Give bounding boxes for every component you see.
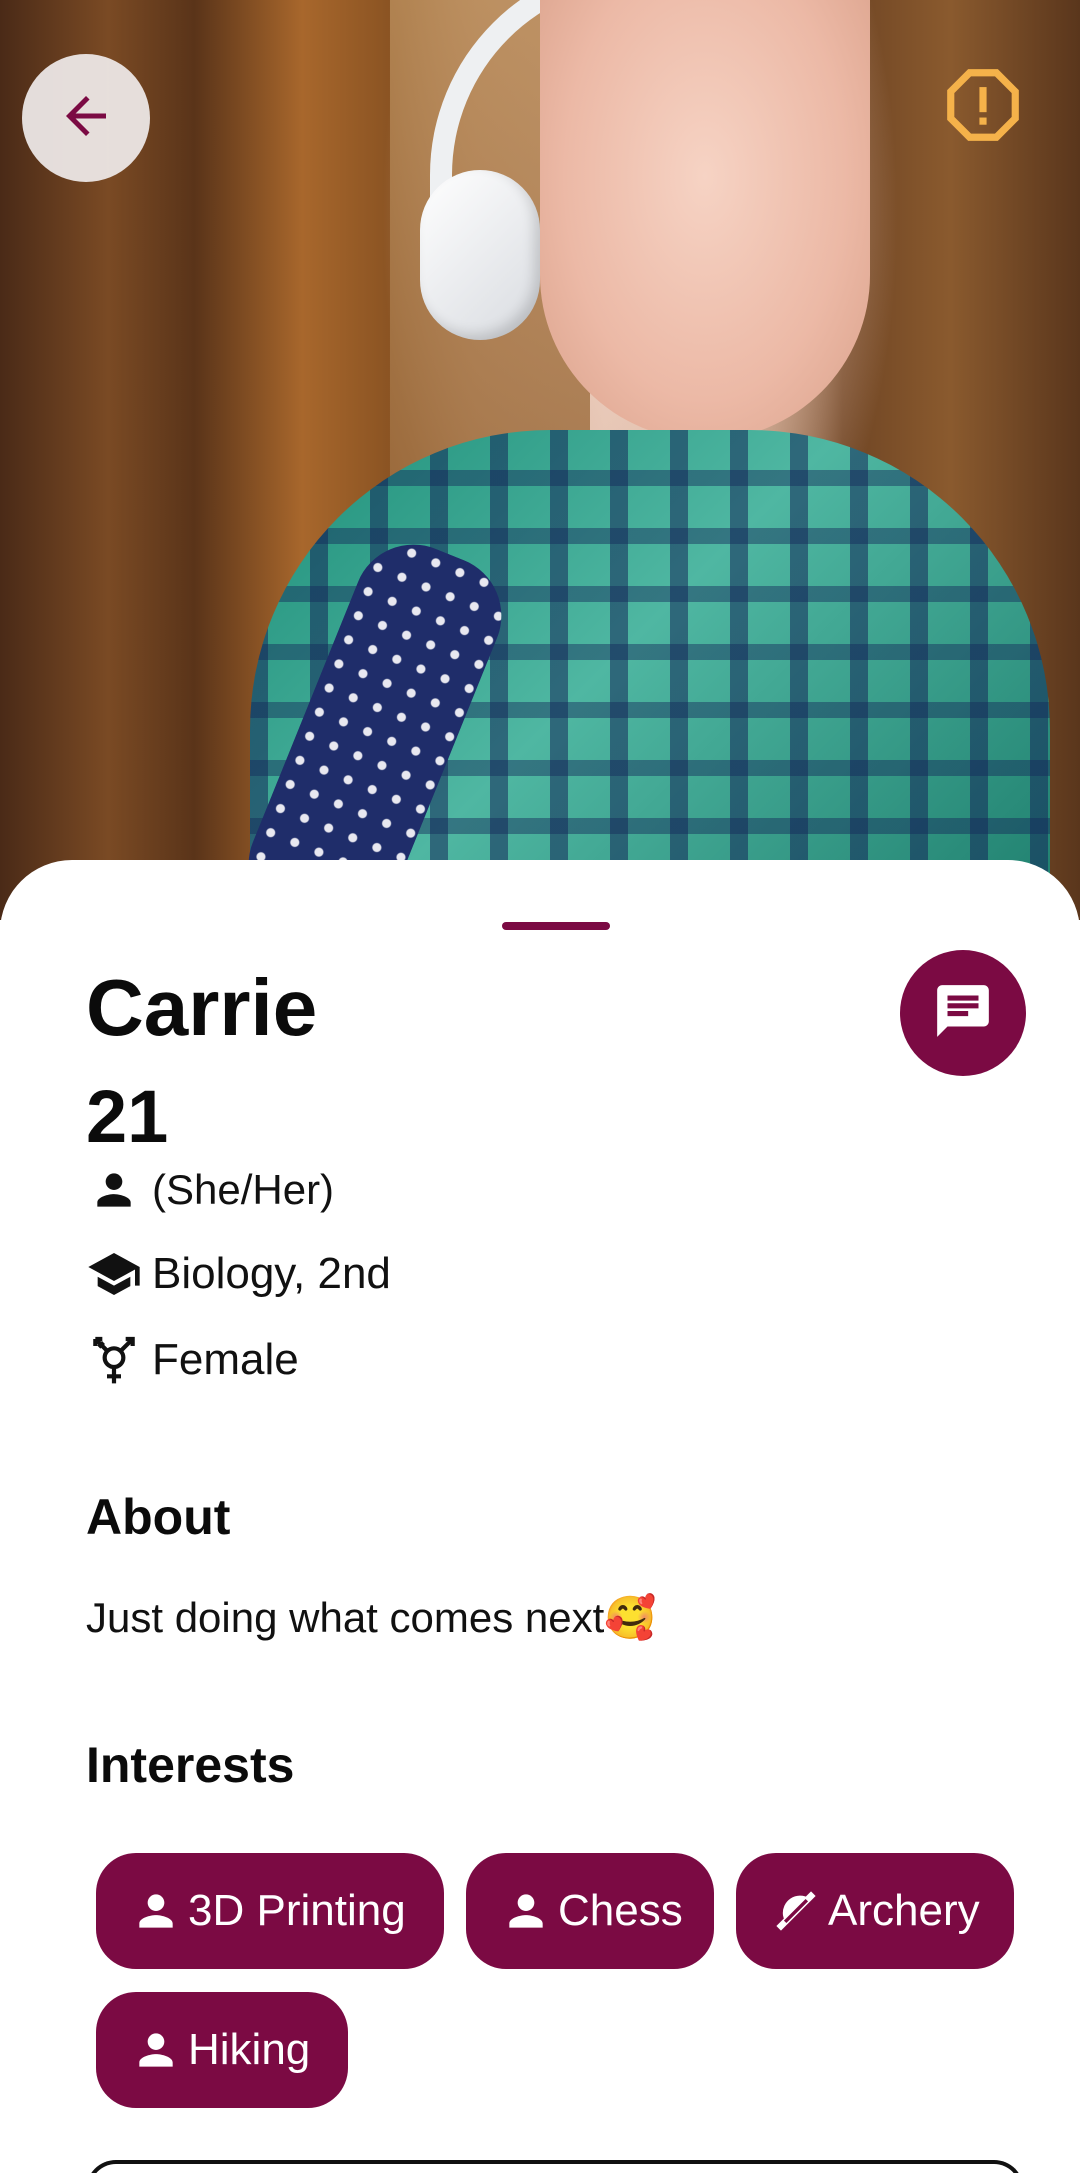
person-icon — [130, 2024, 182, 2076]
person-icon — [130, 1885, 182, 1937]
interest-label: 3D Printing — [188, 1886, 406, 1935]
pronouns-row: (She/Her) — [86, 1162, 334, 1218]
drag-handle[interactable] — [502, 922, 610, 930]
interests-heading: Interests — [86, 1737, 295, 1793]
report-button[interactable] — [938, 62, 1028, 152]
profile-name: Carrie — [86, 963, 318, 1052]
pronouns-label: (She/Her) — [152, 1166, 335, 1213]
graduation-cap-icon — [86, 1246, 142, 1302]
gender-row: Female — [86, 1332, 299, 1388]
interest-label: Archery — [828, 1886, 980, 1935]
gender-icon — [86, 1332, 142, 1388]
study-row: Biology, 2nd — [86, 1246, 391, 1302]
warning-octagon-icon — [940, 62, 1026, 153]
interest-label: Hiking — [188, 2025, 311, 2074]
interest-chip-archery[interactable]: Archery — [736, 1853, 1014, 1969]
chat-button[interactable] — [900, 950, 1026, 1076]
photo-headphone — [420, 170, 540, 340]
photo-face — [540, 0, 870, 440]
interest-chip-3d-printing[interactable]: 3D Printing — [96, 1853, 444, 1969]
sports-icon — [770, 1885, 822, 1937]
gender-label: Female — [152, 1335, 299, 1384]
person-icon — [500, 1885, 552, 1937]
profile-card[interactable]: Carrie 21 (She/Her) Biology, 2nd Female … — [0, 860, 1080, 2173]
about-text: Just doing what comes next🥰 — [86, 1594, 657, 1641]
about-heading: About — [86, 1489, 231, 1545]
interest-label: Chess — [558, 1886, 683, 1935]
interest-chip-hiking[interactable]: Hiking — [96, 1992, 348, 2108]
profile-age: 21 — [86, 1075, 169, 1158]
interest-chip-chess[interactable]: Chess — [466, 1853, 714, 1969]
profile-photo — [0, 0, 1080, 920]
study-label: Biology, 2nd — [152, 1249, 391, 1298]
back-button[interactable] — [22, 54, 150, 182]
arrow-left-icon — [56, 86, 116, 151]
next-section-outline — [86, 2160, 1024, 2173]
chat-icon — [932, 980, 994, 1047]
person-icon — [86, 1162, 142, 1218]
